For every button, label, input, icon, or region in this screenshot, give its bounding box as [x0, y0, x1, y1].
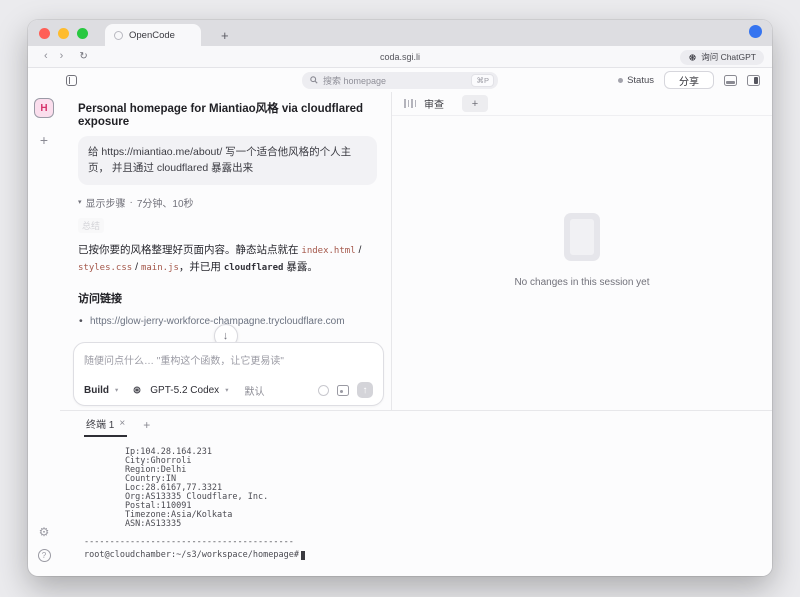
- add-workspace-button[interactable]: +: [40, 132, 48, 148]
- sidebar-toggle-icon[interactable]: [66, 75, 77, 86]
- close-window-button[interactable]: [39, 28, 50, 39]
- composer-icon-group: ↑: [318, 382, 373, 398]
- toolbar-right-controls: Status 分享: [618, 71, 772, 89]
- browser-profile-avatar[interactable]: [749, 25, 762, 38]
- summary-badge: 总结: [78, 218, 104, 233]
- arrow-up-icon: ↑: [363, 385, 368, 396]
- share-button[interactable]: 分享: [664, 71, 714, 89]
- terminal-output[interactable]: Ip:104.28.164.231 City:Ghorroli Region:D…: [84, 448, 772, 547]
- voice-circle-icon[interactable]: [318, 385, 329, 396]
- close-icon[interactable]: ×: [119, 418, 125, 429]
- browser-window: OpenCode + ‹ › ↻ coda.sgi.li 询问 ChatGPT …: [28, 20, 772, 576]
- add-terminal-button[interactable]: +: [143, 418, 150, 437]
- user-message: 给 https://miantiao.me/about/ 写一个适合他风格的个人…: [78, 136, 377, 185]
- review-empty-state: No changes in this session yet: [392, 90, 772, 410]
- search-shortcut-badge: ⌘P: [471, 74, 494, 87]
- settings-gear-icon[interactable]: ⚙: [39, 525, 50, 539]
- terminal-prompt-line[interactable]: root@cloudchamber:~/s3/workspace/homepag…: [84, 550, 772, 560]
- steps-separator: ·: [130, 197, 133, 208]
- inline-code: index.html: [301, 246, 355, 256]
- steps-label: 显示步骤: [86, 195, 126, 210]
- answer-text: /: [132, 261, 141, 273]
- terminal-panel: 终端 1 × + Ip:104.28.164.231 City:Ghorroli…: [60, 410, 772, 576]
- help-icon[interactable]: ?: [38, 549, 51, 562]
- composer-controls: Build ▾ GPT-5.2 Codex ▾ 默认: [84, 382, 373, 398]
- session-title: Personal homepage for Miantiao风格 via clo…: [78, 100, 377, 128]
- toggle-bottom-panel-icon[interactable]: [724, 75, 737, 86]
- inline-code: styles.css: [78, 263, 132, 273]
- workspace-rail: H + ⚙ ?: [28, 92, 60, 576]
- chat-scroll-area[interactable]: Personal homepage for Miantiao风格 via clo…: [60, 92, 391, 344]
- new-tab-button[interactable]: +: [215, 24, 235, 46]
- ask-chatgpt-label: 询问 ChatGPT: [701, 51, 756, 63]
- reload-button[interactable]: ↻: [73, 51, 93, 62]
- search-icon: [310, 76, 318, 84]
- ask-chatgpt-button[interactable]: 询问 ChatGPT: [680, 50, 764, 65]
- links-heading: 访问链接: [78, 290, 377, 306]
- maximize-window-button[interactable]: [77, 28, 88, 39]
- answer-text: ，并已用: [179, 261, 224, 273]
- assistant-answer: 已按你要的风格整理好页面内容。静态站点就在 index.html / style…: [78, 242, 377, 278]
- empty-document-icon: [564, 213, 600, 261]
- minimize-window-button[interactable]: [58, 28, 69, 39]
- attach-image-icon[interactable]: [337, 385, 349, 396]
- tab-title: OpenCode: [129, 30, 175, 41]
- message-composer[interactable]: 随便问点什么… "重构这个函数，让它更易读" Build ▾ GPT-5.2 C…: [73, 342, 384, 406]
- inline-code: main.js: [141, 263, 179, 273]
- chevron-down-icon: ▾: [115, 386, 118, 394]
- search-placeholder: 搜索 homepage: [323, 74, 386, 87]
- url-text[interactable]: coda.sgi.li: [28, 52, 772, 62]
- traffic-lights: [28, 20, 98, 46]
- browser-url-bar: ‹ › ↻ coda.sgi.li 询问 ChatGPT: [28, 46, 772, 68]
- status-label: Status: [627, 75, 654, 86]
- terminal-prompt: root@cloudchamber:~/s3/workspace/homepag…: [84, 550, 299, 560]
- workspace-badge[interactable]: H: [34, 98, 54, 118]
- empty-state-text: No changes in this session yet: [514, 277, 649, 288]
- answer-text: 已按你要的风格整理好页面内容。静态站点就在: [78, 244, 301, 256]
- search-input[interactable]: 搜索 homepage ⌘P: [302, 72, 498, 89]
- show-steps-toggle[interactable]: ▾ 显示步骤 · 7分钟、10秒: [78, 195, 377, 210]
- chevron-down-icon: ▾: [225, 386, 228, 394]
- forward-button[interactable]: ›: [54, 51, 70, 62]
- terminal-cursor: [301, 551, 305, 560]
- answer-text: 暴露。: [283, 261, 317, 273]
- toggle-right-panel-icon[interactable]: [747, 75, 760, 86]
- mode-dropdown[interactable]: Build: [84, 385, 109, 396]
- browser-tabstrip: OpenCode +: [28, 20, 772, 46]
- tab-favicon-icon: [114, 31, 123, 40]
- inline-code: cloudflared: [224, 263, 284, 273]
- chat-panel: Personal homepage for Miantiao风格 via clo…: [60, 92, 392, 410]
- steps-duration: 7分钟、10秒: [137, 195, 194, 210]
- status-indicator[interactable]: Status: [618, 75, 654, 86]
- terminal-tab-label: 终端 1: [86, 416, 114, 431]
- send-button[interactable]: ↑: [357, 382, 373, 398]
- terminal-tab-1[interactable]: 终端 1 ×: [84, 411, 127, 437]
- composer-placeholder[interactable]: 随便问点什么… "重构这个函数，让它更易读": [84, 352, 373, 367]
- preset-label[interactable]: 默认: [244, 383, 264, 398]
- chatgpt-logo-icon: [688, 53, 697, 62]
- answer-text: /: [356, 244, 362, 256]
- steps-caret-icon: ▾: [78, 198, 82, 206]
- app-toolbar: 搜索 homepage ⌘P Status 分享: [28, 68, 772, 92]
- browser-tab-opencode[interactable]: OpenCode: [105, 24, 201, 46]
- terminal-tabbar: 终端 1 × +: [84, 411, 772, 437]
- back-button[interactable]: ‹: [38, 51, 54, 62]
- status-dot-icon: [618, 78, 623, 83]
- arrow-down-icon: ↓: [223, 330, 229, 342]
- model-dropdown[interactable]: GPT-5.2 Codex: [150, 385, 219, 396]
- openai-logo-icon: [132, 385, 142, 395]
- review-panel: 审查 + No changes in this session yet: [392, 92, 772, 410]
